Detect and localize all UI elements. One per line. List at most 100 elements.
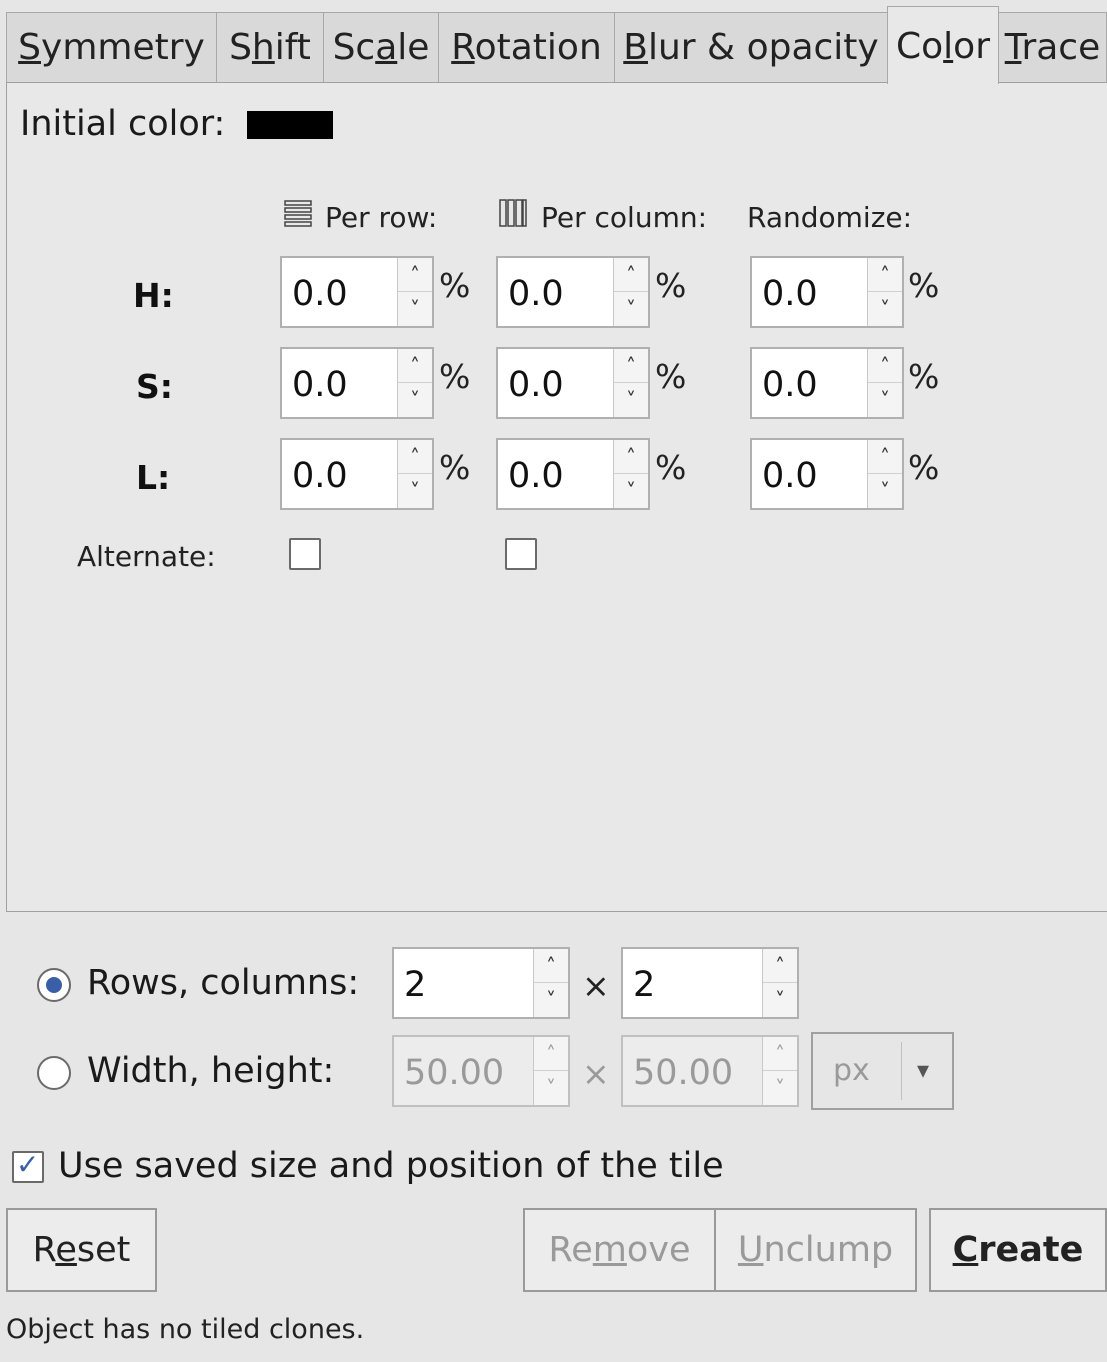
spin-value: 0.0 — [762, 365, 818, 405]
rows-columns-label: Rows, columns: — [87, 963, 360, 1003]
increment-arrow-icon[interactable]: ˄ — [398, 349, 432, 383]
per-row-header: Per row: — [325, 201, 438, 234]
increment-arrow-icon[interactable]: ˄ — [763, 1037, 797, 1071]
checkmark-icon: ✓ — [16, 1148, 40, 1181]
width-height-radio[interactable] — [37, 1056, 71, 1090]
saturation-per-column-spinbox[interactable]: 0.0 ˄ ˅ — [496, 347, 650, 419]
spin-value: 0.0 — [508, 365, 564, 405]
spin-value: 0.0 — [508, 456, 564, 496]
create-button[interactable]: Create — [929, 1208, 1107, 1292]
decrement-arrow-icon[interactable]: ˅ — [534, 982, 568, 1017]
use-saved-size-label: Use saved size and position of the tile — [58, 1146, 724, 1186]
status-text: Object has no tiled clones. — [6, 1314, 365, 1345]
decrement-arrow-icon[interactable]: ˅ — [398, 382, 432, 417]
reset-button[interactable]: Reset — [6, 1208, 157, 1292]
increment-arrow-icon[interactable]: ˄ — [868, 440, 902, 474]
spin-value: 2 — [404, 965, 427, 1005]
increment-arrow-icon[interactable]: ˄ — [398, 440, 432, 474]
remove-button[interactable]: Remove — [523, 1208, 716, 1292]
alternate-column-checkbox[interactable] — [505, 538, 537, 570]
tab-trace[interactable]: Trace — [998, 12, 1107, 82]
increment-arrow-icon[interactable]: ˄ — [614, 258, 648, 292]
percent-unit: % — [908, 357, 940, 396]
tab-blur-opacity[interactable]: Blur & opacity — [614, 12, 888, 82]
lightness-label: L: — [136, 458, 171, 497]
percent-unit: % — [655, 357, 687, 396]
height-spinbox[interactable]: 50.00 ˄ ˅ — [621, 1035, 799, 1107]
decrement-arrow-icon[interactable]: ˅ — [614, 473, 648, 508]
increment-arrow-icon[interactable]: ˄ — [868, 349, 902, 383]
radio-selected-dot — [46, 977, 62, 993]
initial-color-swatch[interactable] — [247, 111, 333, 139]
increment-arrow-icon[interactable]: ˄ — [398, 258, 432, 292]
increment-arrow-icon[interactable]: ˄ — [614, 440, 648, 474]
decrement-arrow-icon[interactable]: ˅ — [398, 291, 432, 326]
unit-select-value: px — [833, 1053, 870, 1088]
decrement-arrow-icon[interactable]: ˅ — [868, 382, 902, 417]
tab-shift[interactable]: Shift — [216, 12, 324, 82]
lightness-randomize-spinbox[interactable]: 0.0 ˄ ˅ — [750, 438, 904, 510]
tab-color[interactable]: Color — [887, 6, 999, 84]
spin-value: 50.00 — [404, 1053, 505, 1093]
tab-scale[interactable]: Scale — [323, 12, 439, 82]
times-sign: × — [582, 966, 610, 1005]
percent-unit: % — [439, 357, 471, 396]
percent-unit: % — [439, 266, 471, 305]
initial-color-label: Initial color: — [20, 104, 226, 144]
lightness-per-row-spinbox[interactable]: 0.0 ˄ ˅ — [280, 438, 434, 510]
rows-columns-radio[interactable] — [37, 968, 71, 1002]
spin-value: 50.00 — [633, 1053, 734, 1093]
alternate-label: Alternate: — [77, 540, 216, 573]
decrement-arrow-icon[interactable]: ˅ — [868, 473, 902, 508]
increment-arrow-icon[interactable]: ˄ — [534, 1037, 568, 1071]
spin-value: 0.0 — [292, 365, 348, 405]
tab-symmetry[interactable]: Symmetry — [6, 12, 217, 82]
saturation-randomize-spinbox[interactable]: 0.0 ˄ ˅ — [750, 347, 904, 419]
decrement-arrow-icon[interactable]: ˅ — [763, 1070, 797, 1105]
per-column-header: Per column: — [541, 201, 708, 234]
spin-value: 2 — [633, 965, 656, 1005]
times-sign: × — [582, 1054, 610, 1093]
hue-per-row-spinbox[interactable]: 0.0 ˄ ˅ — [280, 256, 434, 328]
select-divider — [901, 1042, 902, 1100]
decrement-arrow-icon[interactable]: ˅ — [763, 982, 797, 1017]
randomize-header: Randomize: — [747, 201, 913, 234]
percent-unit: % — [908, 448, 940, 487]
percent-unit: % — [655, 448, 687, 487]
increment-arrow-icon[interactable]: ˄ — [868, 258, 902, 292]
unit-select[interactable]: px ▾ — [811, 1032, 954, 1110]
alternate-row-checkbox[interactable] — [289, 538, 321, 570]
rows-spinbox[interactable]: 2 ˄ ˅ — [392, 947, 570, 1019]
spin-value: 0.0 — [762, 456, 818, 496]
spin-value: 0.0 — [292, 274, 348, 314]
spin-value: 0.0 — [508, 274, 564, 314]
width-height-label: Width, height: — [87, 1051, 335, 1091]
hue-label: H: — [133, 276, 174, 315]
dropdown-arrow-icon[interactable]: ▾ — [917, 1034, 929, 1106]
saturation-per-row-spinbox[interactable]: 0.0 ˄ ˅ — [280, 347, 434, 419]
saturation-label: S: — [136, 367, 173, 406]
decrement-arrow-icon[interactable]: ˅ — [534, 1070, 568, 1105]
width-spinbox[interactable]: 50.00 ˄ ˅ — [392, 1035, 570, 1107]
tab-rotation[interactable]: Rotation — [438, 12, 615, 82]
hue-randomize-spinbox[interactable]: 0.0 ˄ ˅ — [750, 256, 904, 328]
percent-unit: % — [439, 448, 471, 487]
decrement-arrow-icon[interactable]: ˅ — [398, 473, 432, 508]
decrement-arrow-icon[interactable]: ˅ — [614, 382, 648, 417]
decrement-arrow-icon[interactable]: ˅ — [614, 291, 648, 326]
spin-value: 0.0 — [292, 456, 348, 496]
columns-icon — [498, 198, 528, 228]
columns-spinbox[interactable]: 2 ˄ ˅ — [621, 947, 799, 1019]
percent-unit: % — [655, 266, 687, 305]
percent-unit: % — [908, 266, 940, 305]
increment-arrow-icon[interactable]: ˄ — [614, 349, 648, 383]
rows-icon — [283, 198, 313, 228]
increment-arrow-icon[interactable]: ˄ — [534, 949, 568, 983]
use-saved-size-checkbox[interactable]: ✓ — [12, 1148, 44, 1183]
spin-value: 0.0 — [762, 274, 818, 314]
hue-per-column-spinbox[interactable]: 0.0 ˄ ˅ — [496, 256, 650, 328]
unclump-button[interactable]: Unclump — [714, 1208, 917, 1292]
increment-arrow-icon[interactable]: ˄ — [763, 949, 797, 983]
lightness-per-column-spinbox[interactable]: 0.0 ˄ ˅ — [496, 438, 650, 510]
decrement-arrow-icon[interactable]: ˅ — [868, 291, 902, 326]
